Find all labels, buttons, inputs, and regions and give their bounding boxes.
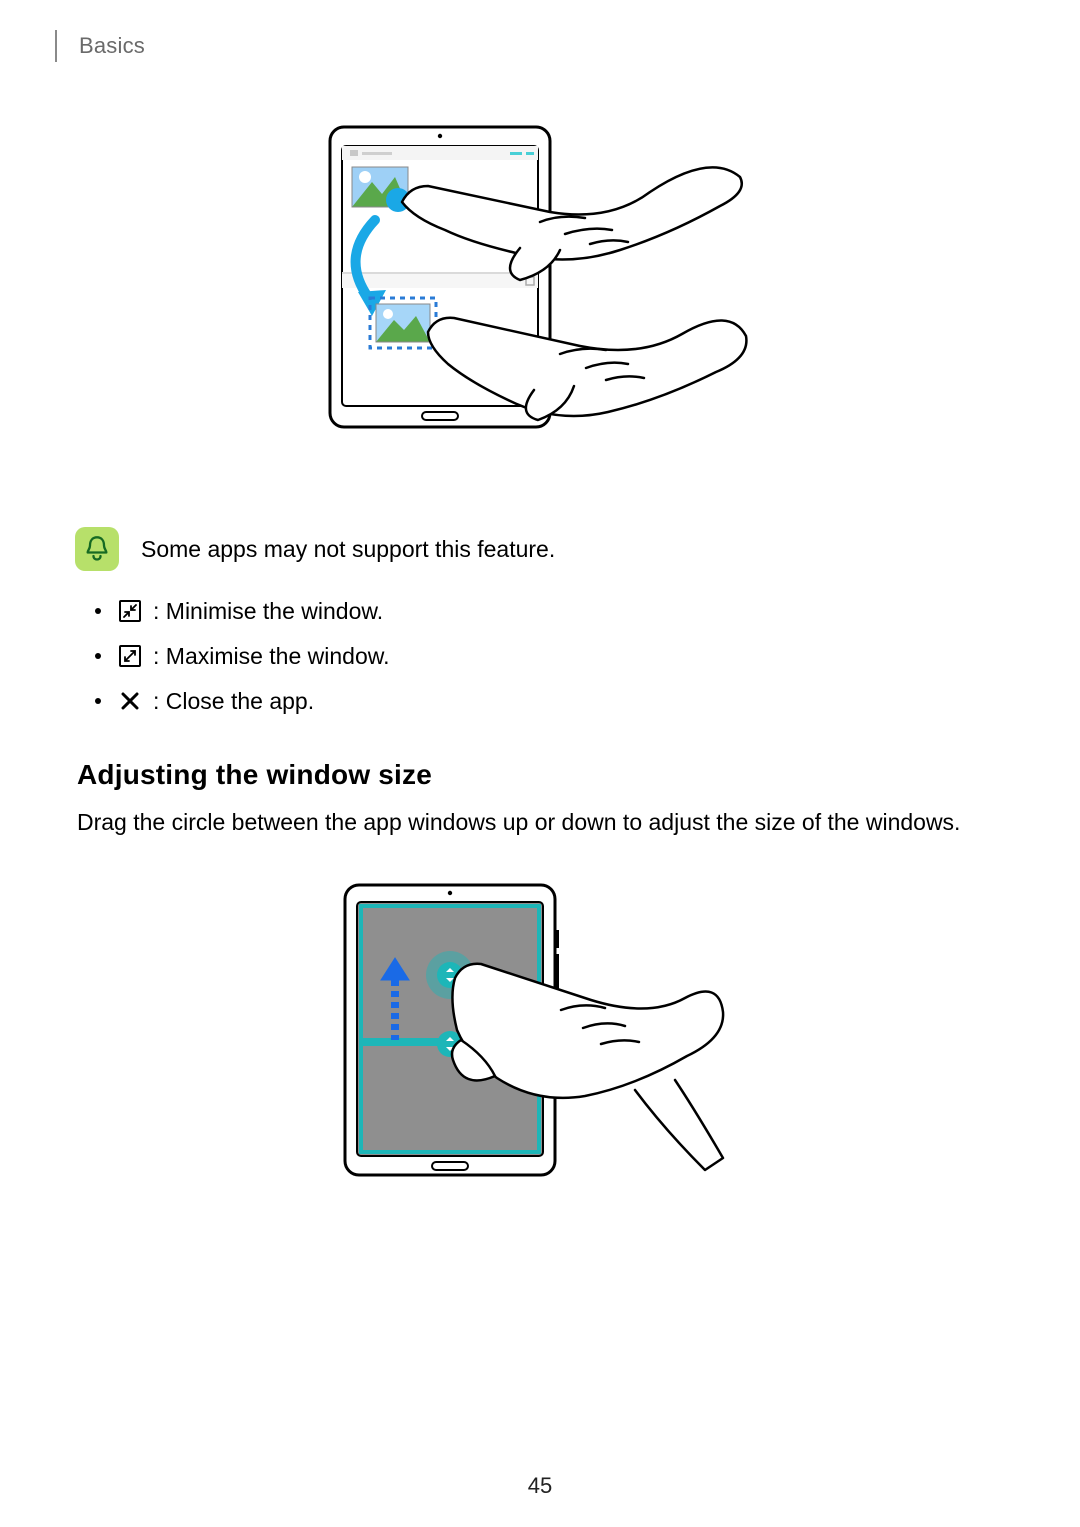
close-icon <box>119 690 141 712</box>
bullet-icon <box>95 608 101 614</box>
minimise-label: : Minimise the window. <box>153 593 383 630</box>
note-text: Some apps may not support this feature. <box>141 536 555 563</box>
figure-drag-drop <box>55 122 1005 487</box>
page-number: 45 <box>0 1473 1080 1499</box>
section-body: Drag the circle between the app windows … <box>77 806 1005 839</box>
maximise-label: : Maximise the window. <box>153 638 389 675</box>
page-header: Basics <box>55 30 1005 62</box>
header-divider <box>55 30 57 62</box>
section-heading: Adjusting the window size <box>77 759 1005 791</box>
section-label: Basics <box>79 33 145 59</box>
note-icon <box>75 527 119 571</box>
maximise-icon <box>119 645 141 667</box>
close-label: : Close the app. <box>153 683 314 720</box>
figure-adjust-size <box>55 880 1005 1215</box>
bullet-icon <box>95 698 101 704</box>
minimise-icon <box>119 600 141 622</box>
window-controls-legend: : Minimise the window. : Maximise the wi… <box>95 593 1005 719</box>
bullet-icon <box>95 653 101 659</box>
